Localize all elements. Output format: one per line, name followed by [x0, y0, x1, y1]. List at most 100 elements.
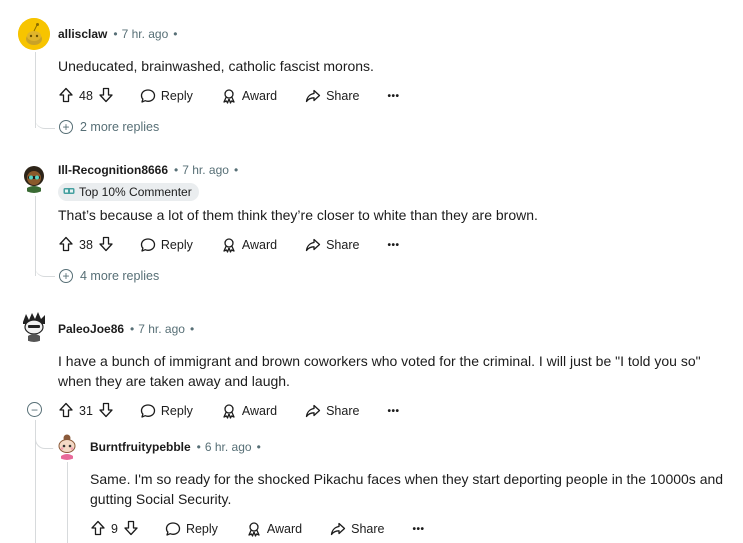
vote-count: 48	[79, 89, 93, 103]
reply-button[interactable]: Reply	[140, 88, 193, 104]
reply-icon	[140, 403, 156, 419]
share-icon	[330, 521, 346, 537]
downvote-icon[interactable]	[123, 520, 139, 539]
share-button[interactable]: Share	[305, 88, 359, 104]
avatar[interactable]	[53, 432, 81, 460]
reply-icon	[140, 88, 156, 104]
vote-count: 38	[79, 238, 93, 252]
username[interactable]: PaleoJoe86	[58, 322, 124, 336]
downvote-icon[interactable]	[98, 236, 114, 255]
comment-actions: 31 Reply Award Share •••	[58, 401, 399, 421]
separator-dot: •	[189, 322, 195, 336]
vote-group: 38	[58, 236, 114, 255]
comment-actions: 38 Reply Award Share •••	[58, 235, 399, 255]
vote-group: 31	[58, 402, 114, 421]
more-replies-button[interactable]: + 4 more replies	[59, 269, 159, 283]
thread-connector	[35, 110, 55, 129]
comment-body: Uneducated, brainwashed, catholic fascis…	[58, 58, 374, 74]
reply-label: Reply	[160, 404, 193, 418]
separator-dot: •	[233, 163, 239, 177]
vote-group: 48	[58, 87, 114, 106]
upvote-icon[interactable]	[58, 236, 74, 255]
username[interactable]: allisclaw	[58, 27, 107, 41]
award-label: Award	[241, 404, 278, 418]
comment-meta: allisclaw • 7 hr. ago •	[58, 27, 178, 41]
timestamp[interactable]: 6 hr. ago	[205, 440, 252, 454]
award-button[interactable]: Award	[221, 88, 277, 104]
reply-button[interactable]: Reply	[140, 403, 193, 419]
upvote-icon[interactable]	[90, 520, 106, 539]
comment-actions: 9 Reply Award Share •••	[90, 519, 425, 539]
snoo-avatar-icon	[18, 310, 50, 342]
timestamp[interactable]: 7 hr. ago	[122, 27, 169, 41]
expand-icon: +	[59, 120, 73, 134]
separator-dot: •	[174, 163, 179, 177]
more-replies-label: 2 more replies	[80, 120, 160, 134]
comment-body-line: I have a bunch of immigrant and brown co…	[58, 353, 701, 369]
vote-count: 31	[79, 404, 93, 418]
share-label: Share	[326, 238, 360, 252]
reply-icon	[165, 521, 181, 537]
award-button[interactable]: Award	[221, 403, 277, 419]
award-icon	[221, 403, 237, 419]
more-icon[interactable]: •••	[387, 240, 399, 251]
snoo-avatar-icon	[18, 18, 50, 50]
snoo-avatar-icon	[53, 432, 81, 460]
more-icon[interactable]: •••	[387, 91, 399, 102]
award-label: Award	[241, 238, 278, 252]
more-icon[interactable]: •••	[413, 524, 425, 535]
award-icon	[246, 521, 262, 537]
reply-label: Reply	[160, 89, 193, 103]
separator-dot: •	[130, 322, 135, 336]
user-flair: Top 10% Commenter	[58, 183, 199, 201]
vote-group: 9	[90, 520, 139, 539]
share-button[interactable]: Share	[305, 237, 359, 253]
comment-meta: Burntfruitypebble • 6 hr. ago •	[90, 440, 261, 454]
avatar[interactable]	[18, 161, 50, 193]
comment-actions: 48 Reply Award Share •••	[58, 86, 399, 106]
thread-line	[67, 462, 68, 543]
share-label: Share	[326, 89, 360, 103]
award-icon	[221, 88, 237, 104]
reply-icon	[140, 237, 156, 253]
avatar[interactable]	[18, 18, 50, 50]
snoo-avatar-icon	[18, 161, 50, 193]
reply-button[interactable]: Reply	[140, 237, 193, 253]
comment-body: That’s because a lot of them think they’…	[58, 207, 538, 223]
award-button[interactable]: Award	[221, 237, 277, 253]
share-button[interactable]: Share	[330, 521, 385, 537]
award-label: Award	[266, 522, 303, 536]
downvote-icon[interactable]	[98, 87, 114, 106]
award-icon	[221, 237, 237, 253]
expand-icon: +	[59, 269, 73, 283]
upvote-icon[interactable]	[58, 402, 74, 421]
timestamp[interactable]: 7 hr. ago	[138, 322, 185, 336]
avatar[interactable]	[18, 310, 50, 342]
comment-body-line: gutting Social Security.	[90, 491, 232, 507]
more-replies-button[interactable]: + 2 more replies	[59, 120, 159, 134]
award-button[interactable]: Award	[246, 521, 302, 537]
separator-dot: •	[196, 440, 201, 454]
comment-meta: PaleoJoe86 • 7 hr. ago •	[58, 322, 194, 336]
share-button[interactable]: Share	[305, 403, 359, 419]
reply-label: Reply	[160, 238, 193, 252]
flair-icon	[63, 185, 75, 199]
reply-button[interactable]: Reply	[165, 521, 218, 537]
vote-count: 9	[111, 522, 118, 536]
downvote-icon[interactable]	[98, 402, 114, 421]
username[interactable]: Ill-Recognition8666	[58, 163, 168, 177]
upvote-icon[interactable]	[58, 87, 74, 106]
share-label: Share	[351, 522, 385, 536]
timestamp[interactable]: 7 hr. ago	[182, 163, 229, 177]
reply-label: Reply	[185, 522, 218, 536]
username[interactable]: Burntfruitypebble	[90, 440, 191, 454]
separator-dot: •	[113, 27, 118, 41]
share-icon	[305, 403, 321, 419]
share-icon	[305, 237, 321, 253]
collapse-button[interactable]: −	[27, 402, 42, 417]
reply-connector	[35, 430, 54, 449]
thread-connector	[35, 258, 55, 277]
comment-body-line: when they are taken away and laugh.	[58, 373, 290, 389]
comment-meta: Ill-Recognition8666 • 7 hr. ago •	[58, 163, 238, 177]
more-icon[interactable]: •••	[387, 406, 399, 417]
